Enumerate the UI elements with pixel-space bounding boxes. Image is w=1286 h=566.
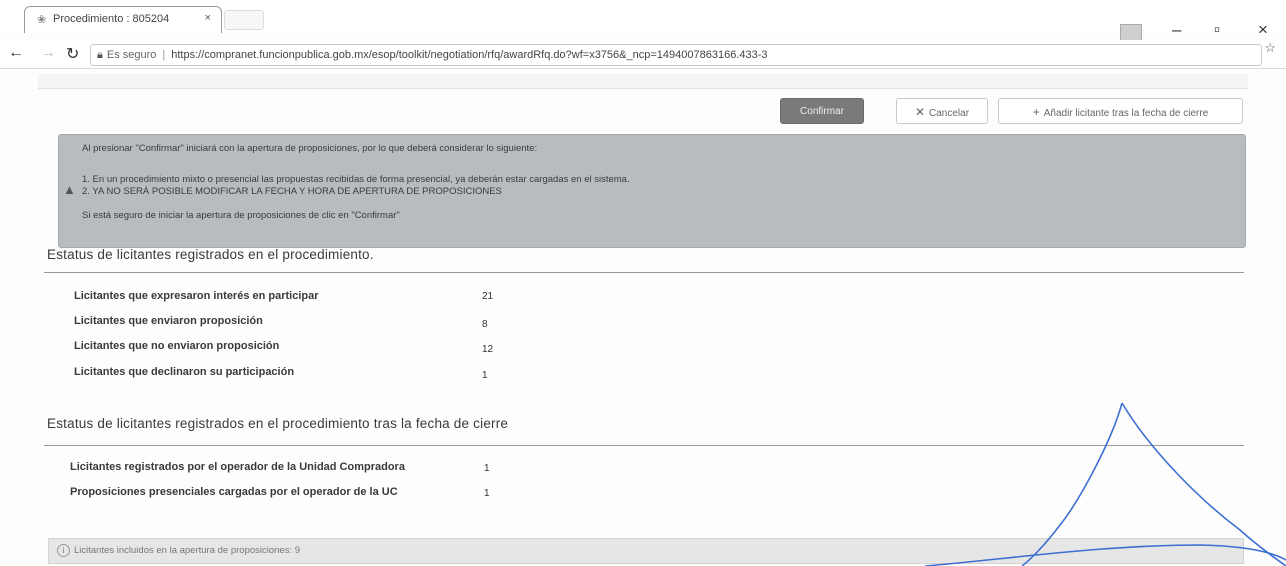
alert-outro: Si está seguro de iniciar la apertura de… [82,210,400,221]
new-tab-button[interactable] [224,10,264,30]
section-title-after-close: Estatus de licitantes registrados en el … [47,416,509,431]
url-field[interactable]: 🔒︎ Es seguro | https://compranet.funcionpub… [90,44,1262,66]
page-favicon-icon: ❀ [37,14,47,26]
confirm-button[interactable]: Confirmar [780,98,864,124]
stat-value: 1 [484,488,490,499]
stat-value: 12 [482,344,494,355]
confirmation-alert: Al presionar "Confirmar" iniciará con la… [58,134,1246,248]
minimize-icon[interactable]: – [1172,20,1181,40]
alert-item-1: 1. En un procedimiento mixto o presencia… [82,174,630,185]
stat-value: 8 [482,319,488,330]
close-icon: ✕ [914,105,926,119]
browser-tab[interactable]: ❀ Procedimiento : 805204 × [24,6,222,33]
tab-title: Procedimiento : 805204 [53,13,170,25]
add-bidder-button[interactable]: + Añadir licitante tras la fecha de cierr… [998,98,1243,124]
stat-value: 21 [482,291,494,302]
secure-label: Es seguro [106,49,157,61]
add-bidder-label: Añadir licitante tras la fecha de cierre [1043,108,1209,119]
stat-label: Proposiciones presenciales cargadas por … [70,486,398,498]
close-window-icon[interactable]: × [1258,20,1268,40]
alert-intro: Al presionar "Confirmar" iniciará con la… [82,143,538,154]
alert-item-2: 2. YA NO SERÁ POSIBLE MODIFICAR LA FECHA… [82,186,502,197]
page-content: Confirmar ✕ Cancelar + Añadir licitante tr… [38,72,1248,566]
included-bidders-text: Licitantes incluidos en la apertura de p… [74,545,301,556]
stat-label: Licitantes que declinaron su participaci… [74,366,295,378]
stat-value: 1 [482,370,488,381]
section-title-registered: Estatus de licitantes registrados en el … [47,247,374,262]
restore-icon[interactable]: ▫ [1214,20,1220,40]
stat-label: Licitantes registrados por el operador d… [70,461,405,473]
stat-label: Licitantes que expresaron interés en par… [74,290,319,302]
warning-icon: ▲ [63,182,76,197]
included-bidders-info: i Licitantes incluidos en la apertura de … [48,538,1244,564]
stat-label: Licitantes que no enviaron proposición [74,340,280,352]
forward-icon[interactable]: → [40,44,56,62]
url-text: https://compranet.funcionpublica.gob.mx/… [171,49,768,61]
cancel-label: Cancelar [929,108,970,119]
browser-tab-bar: ❀ Procedimiento : 805204 × [0,0,1286,33]
tab-close-icon[interactable]: × [205,12,211,24]
stat-label: Licitantes que enviaron proposición [74,315,263,327]
section-divider [44,445,1244,446]
stat-value: 1 [484,463,490,474]
top-strip [38,74,1248,89]
bookmark-star-icon[interactable]: ☆ [1264,40,1276,56]
section-divider [44,272,1244,273]
back-icon[interactable]: ← [8,44,24,62]
cancel-button[interactable]: ✕ Cancelar [896,98,988,124]
info-icon: i [57,544,70,557]
plus-icon: + [1032,105,1040,119]
lock-icon: 🔒︎ [97,49,103,61]
address-bar: ← → ↻ 🔒︎ Es seguro | https://compranet.func… [0,40,1286,69]
reload-icon[interactable]: ↻ [66,44,79,64]
